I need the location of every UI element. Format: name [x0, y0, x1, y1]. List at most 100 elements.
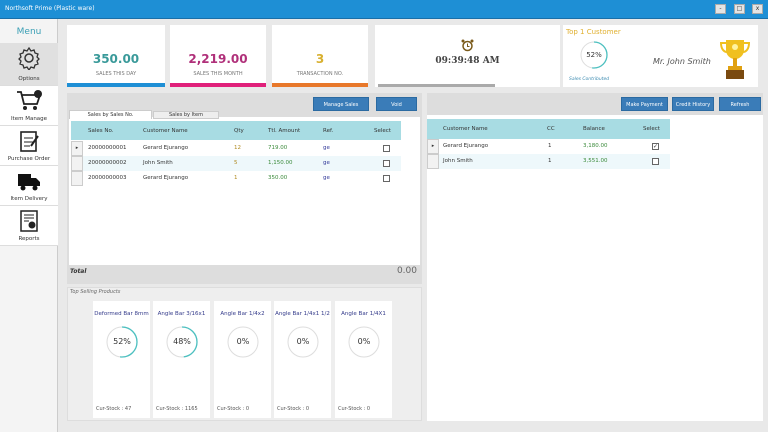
cart-icon [17, 90, 42, 110]
sidebar-item-options[interactable]: Options [0, 43, 58, 86]
clipboard-icon [20, 131, 39, 152]
qty: 12 [234, 145, 241, 151]
credit-panel: Make Payment Credit History Refresh Cust… [427, 93, 763, 421]
product-stock: Cur-Stock : 47 [96, 406, 132, 412]
product-percent: 48% [173, 337, 191, 346]
make-payment-button[interactable]: Make Payment [621, 97, 668, 111]
sidebar-item-label: Item Delivery [10, 196, 48, 202]
col-amount[interactable]: Ttl. Amount [268, 128, 300, 134]
product-percent: 52% [113, 337, 131, 346]
credit-row[interactable]: ▸ Gerard Ejurango 1 3,180.00 ✓ [427, 139, 670, 154]
sales-no: 20000000003 [88, 175, 127, 181]
title-bar: Northsoft Prime (Plastic ware) - □ x [0, 0, 768, 19]
row-header[interactable] [71, 156, 83, 171]
sidebar-item-label: Reports [18, 236, 40, 242]
void-button[interactable]: Void [376, 97, 417, 111]
tab-sales-by-item[interactable]: Sales by Item [153, 111, 219, 119]
credit-grid-header: Customer Name CC Balance Select [427, 119, 670, 139]
sales-panel: Manage Sales Void Sales by Sales No. Sal… [67, 93, 422, 284]
refresh-button[interactable]: Refresh [719, 97, 761, 111]
transaction-value: 3 [315, 52, 325, 66]
qty: 1 [234, 175, 238, 181]
product-name: Angle Bar 1/4X1 [341, 311, 386, 317]
row-header[interactable]: ▸ [427, 139, 439, 154]
select-checkbox[interactable] [383, 160, 390, 167]
tab-sales-by-sales-no[interactable]: Sales by Sales No. [69, 110, 152, 119]
top-customer-title: Top 1 Customer [566, 28, 621, 36]
product-stock: Cur-Stock : 1165 [156, 406, 198, 412]
product-percent: 0% [236, 337, 250, 346]
product-card: Angle Bar 1/4x1 1/2 0% Cur-Stock : 0 [274, 301, 331, 418]
select-checkbox[interactable] [383, 175, 390, 182]
window-title: Northsoft Prime (Plastic ware) [5, 5, 95, 12]
col-balance[interactable]: Balance [583, 126, 605, 132]
sales-today-card: 350.00 SALES THIS DAY [67, 25, 165, 87]
alarm-clock-icon [461, 39, 474, 52]
sidebar-item-item-delivery[interactable]: Item Delivery [0, 166, 58, 206]
balance: 3,551.00 [583, 158, 608, 164]
top-customer-name: Mr. John Smith [653, 57, 711, 66]
sidebar-item-reports[interactable]: Reports [0, 206, 58, 246]
product-card: Deformed Bar 8mm 52% Cur-Stock : 47 [93, 301, 150, 418]
col-ref[interactable]: Ref. [323, 128, 333, 134]
sales-row[interactable]: 20000000003 Gerard Ejurango 1 350.00 ge [71, 171, 401, 186]
card-accent-bar [67, 83, 165, 87]
card-accent-bar [272, 83, 368, 87]
row-header[interactable]: ▸ [71, 141, 83, 156]
gear-icon [18, 46, 40, 72]
select-checkbox[interactable] [383, 145, 390, 152]
sidebar-item-label: Item Manage [10, 116, 48, 122]
col-select[interactable]: Select [643, 126, 660, 132]
product-stock: Cur-Stock : 0 [277, 406, 310, 412]
credit-toolbar: Make Payment Credit History Refresh [427, 93, 763, 115]
sidebar: Menu Options Item Manage Purchase Order … [0, 19, 58, 432]
trophy-icon [720, 40, 750, 79]
row-header[interactable] [71, 171, 83, 186]
manage-sales-button[interactable]: Manage Sales [313, 97, 369, 111]
sales-no: 20000000002 [88, 160, 127, 166]
card-accent-bar [170, 83, 266, 87]
maximize-button[interactable]: □ [734, 4, 745, 14]
product-percent: 0% [296, 337, 310, 346]
product-card: Angle Bar 1/4X1 0% Cur-Stock : 0 [335, 301, 392, 418]
sidebar-item-item-manage[interactable]: Item Manage [0, 86, 58, 126]
ref: ge [323, 145, 330, 151]
sidebar-item-purchase-order[interactable]: Purchase Order [0, 126, 58, 166]
top-customer-card: Top 1 Customer 52% Sales Contributed Mr.… [563, 25, 758, 87]
credit-row[interactable]: John Smith 1 3,551.00 [427, 154, 670, 169]
col-cc[interactable]: CC [547, 126, 555, 132]
cc: 1 [548, 143, 552, 149]
cc: 1 [548, 158, 552, 164]
ref: ge [323, 175, 330, 181]
col-select[interactable]: Select [374, 128, 391, 134]
customer-name: John Smith [443, 158, 473, 164]
col-qty[interactable]: Qty [234, 128, 244, 134]
credit-history-button[interactable]: Credit History [672, 97, 714, 111]
product-name: Angle Bar 1/4x2 [220, 311, 265, 317]
customer-caption: Sales Contributed [569, 77, 610, 82]
sales-no: 20000000001 [88, 145, 127, 151]
select-checkbox[interactable]: ✓ [652, 143, 659, 150]
sales-today-value: 350.00 [92, 52, 140, 66]
minimize-button[interactable]: - [715, 4, 726, 14]
qty: 5 [234, 160, 238, 166]
product-card: Angle Bar 3/16x1 48% Cur-Stock : 1165 [153, 301, 210, 418]
customer-name: John Smith [143, 160, 173, 166]
product-name: Deformed Bar 8mm [94, 311, 149, 317]
product-stock: Cur-Stock : 0 [338, 406, 371, 412]
close-button[interactable]: x [752, 4, 763, 14]
product-name: Angle Bar 1/4x1 1/2 [275, 311, 330, 317]
balance: 3,180.00 [583, 143, 608, 149]
row-header[interactable] [427, 154, 439, 169]
sales-row[interactable]: ▸ 20000000001 Gerard Ejurango 12 719.00 … [71, 141, 401, 156]
menu-title: Menu [16, 27, 42, 37]
col-customer[interactable]: Customer Name [443, 126, 488, 132]
amount: 719.00 [268, 145, 288, 151]
select-checkbox[interactable] [652, 158, 659, 165]
col-customer[interactable]: Customer Name [143, 128, 188, 134]
sales-month-caption: SALES THIS MONTH [193, 71, 243, 77]
product-stock: Cur-Stock : 0 [217, 406, 250, 412]
col-sales-no[interactable]: Sales No. [88, 128, 114, 134]
clock-bar [378, 84, 495, 87]
sales-row[interactable]: 20000000002 John Smith 5 1,150.00 ge [71, 156, 401, 171]
